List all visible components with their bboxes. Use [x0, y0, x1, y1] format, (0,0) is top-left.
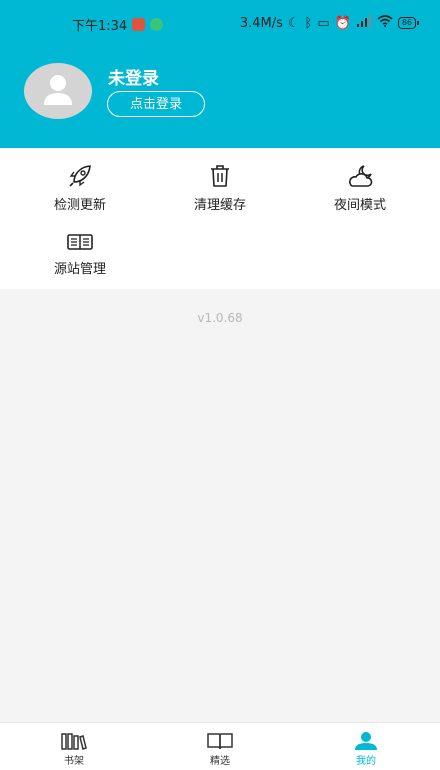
user-icon: [355, 732, 377, 750]
login-button[interactable]: 点击登录: [107, 91, 205, 117]
menu-label-source-management: 源站管理: [53, 262, 106, 277]
status-time: 下午1:34: [72, 19, 128, 34]
signal-icon: [356, 15, 372, 31]
battery-icon: 86: [397, 17, 420, 29]
bottom-tab-bar: 书架 精选 我的: [0, 722, 440, 770]
tab-featured[interactable]: 精选: [190, 731, 250, 767]
settings-menu: 检测更新 清理缓存 夜间模式 源站管理: [0, 148, 440, 289]
menu-label-check-update: 检测更新: [53, 198, 106, 213]
menu-item-source-management[interactable]: 源站管理: [30, 230, 130, 277]
rocket-icon: [69, 165, 91, 187]
menu-label-clear-cache: 清理缓存: [193, 198, 246, 213]
status-bar: 下午1:34 3.4M/s ☾ ᛒ ▭ ⏰ 86: [0, 12, 440, 34]
tab-label-mine: 我的: [356, 756, 376, 767]
network-speed: 3.4M/s: [239, 15, 283, 31]
default-avatar-icon: [44, 75, 72, 105]
menu-item-check-update[interactable]: 检测更新: [30, 162, 130, 213]
tab-mine[interactable]: 我的: [336, 731, 396, 767]
wifi-icon: [377, 15, 393, 31]
moon-cloud-icon: [349, 165, 373, 187]
vibrate-icon: ▭: [317, 15, 330, 31]
alarm-icon: ⏰: [334, 15, 351, 31]
book-icon: [67, 234, 93, 250]
tab-label-bookshelf: 书架: [64, 756, 84, 767]
notification-app-icon: [132, 18, 146, 31]
bookshelf-icon: [61, 733, 87, 750]
tab-bookshelf[interactable]: 书架: [44, 731, 104, 767]
notification-app-icon-2: [150, 18, 164, 31]
bluetooth-icon: ᛒ: [304, 15, 313, 31]
menu-item-clear-cache[interactable]: 清理缓存: [170, 162, 270, 213]
trash-icon: [211, 165, 229, 187]
menu-label-night-mode: 夜间模式: [333, 198, 386, 213]
moon-icon: ☾: [287, 15, 300, 31]
menu-item-night-mode[interactable]: 夜间模式: [310, 162, 410, 213]
tab-label-featured: 精选: [210, 756, 230, 767]
username: 未登录: [108, 69, 159, 89]
open-book-icon: [207, 733, 233, 750]
avatar[interactable]: [24, 63, 92, 119]
app-version: v1.0.68: [197, 311, 243, 325]
profile-header: 下午1:34 3.4M/s ☾ ᛒ ▭ ⏰ 86 未登录 点击登录: [0, 0, 440, 148]
